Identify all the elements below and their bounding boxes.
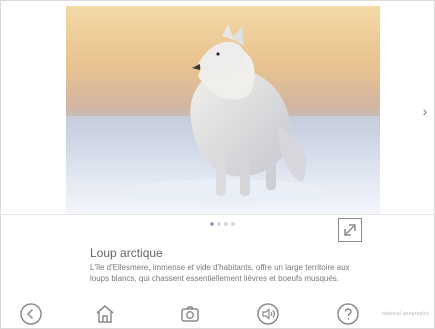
article-description: L'île d'Ellesmere, immense et vide d'hab… xyxy=(90,263,350,283)
expand-icon xyxy=(344,224,356,236)
chevron-right-icon[interactable]: › xyxy=(418,104,432,118)
content-divider xyxy=(0,214,435,215)
help-button[interactable] xyxy=(336,302,360,326)
pagination-dot-1[interactable] xyxy=(210,222,214,226)
pagination-dot-3[interactable] xyxy=(224,222,228,226)
brand-label: national geographic xyxy=(382,311,430,317)
back-button[interactable] xyxy=(19,302,43,326)
home-button[interactable] xyxy=(93,302,117,326)
article-title: Loup arctique xyxy=(90,246,163,260)
pagination-dot-4[interactable] xyxy=(231,222,235,226)
arctic-wolf-illustration xyxy=(66,24,380,214)
camera-button[interactable] xyxy=(178,302,202,326)
home-icon xyxy=(96,305,114,323)
back-icon xyxy=(20,303,42,325)
help-icon xyxy=(337,303,359,325)
camera-icon xyxy=(181,306,199,322)
audio-icon xyxy=(257,303,279,325)
pagination-dot-2[interactable] xyxy=(217,222,221,226)
audio-button[interactable] xyxy=(256,302,280,326)
pagination-dots xyxy=(210,222,240,228)
hero-image-arctic-wolf xyxy=(66,6,380,214)
expand-button[interactable] xyxy=(338,218,362,242)
bottom-toolbar xyxy=(0,300,435,329)
